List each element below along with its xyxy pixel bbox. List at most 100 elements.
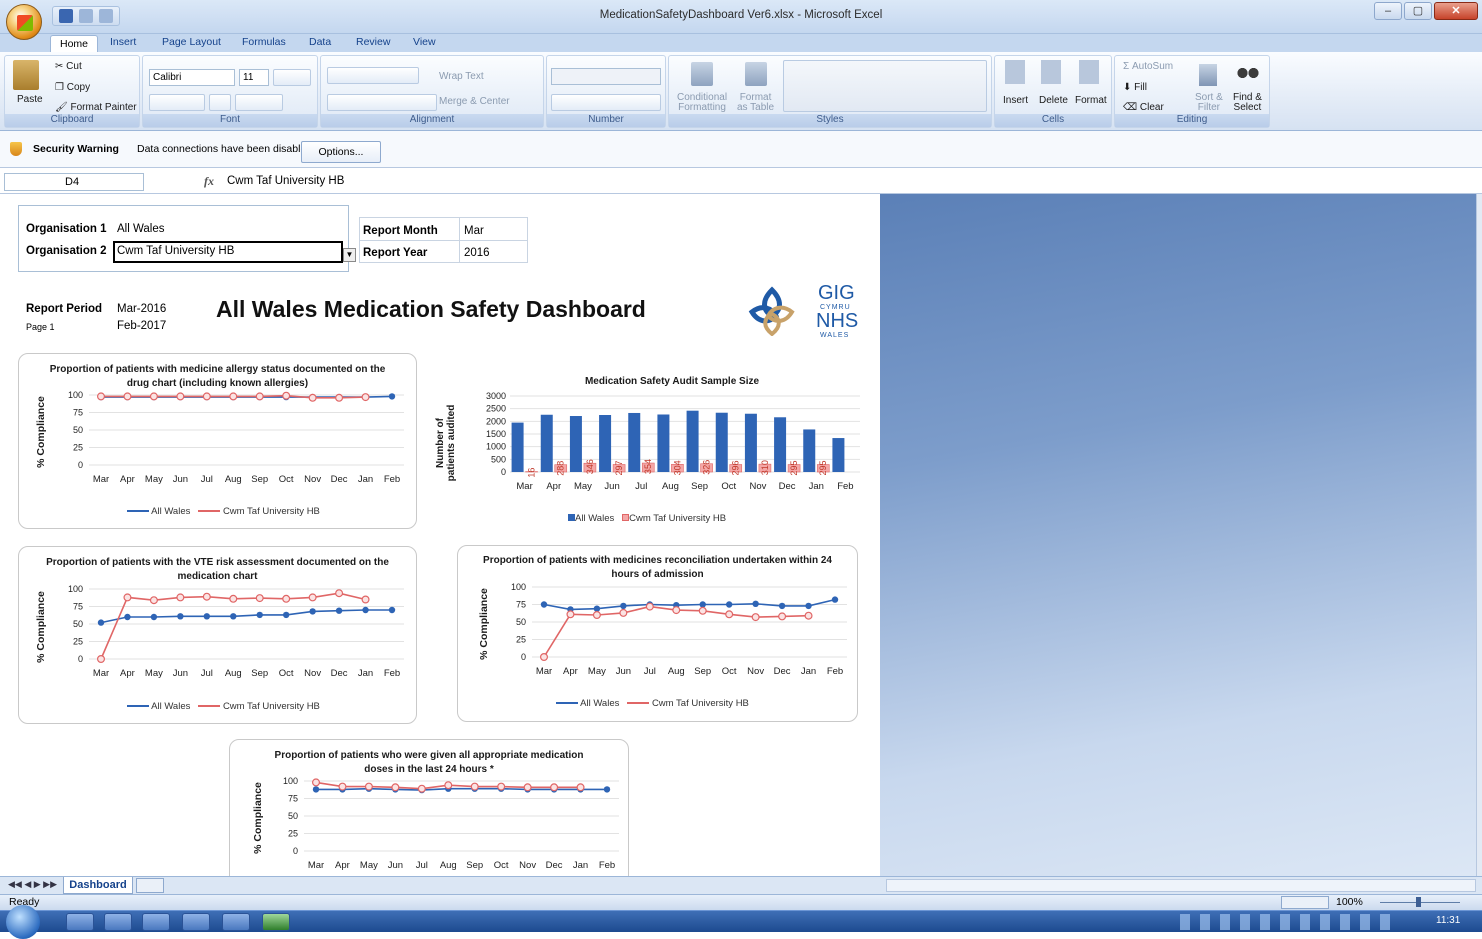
sheet-nav-arrows-icon[interactable]: ◀◀ ◀ ▶ ▶▶ — [8, 879, 57, 890]
sort-filter-button[interactable]: Sort &Filter — [1195, 93, 1223, 113]
vertical-align-buttons[interactable] — [327, 67, 419, 84]
conditional-formatting-button[interactable]: ConditionalFormatting — [677, 93, 727, 113]
x-tick-label: Oct — [494, 860, 509, 871]
chart-reconciliation-panel[interactable]: Proportion of patients with medicines re… — [457, 545, 858, 722]
name-box[interactable]: D4 — [4, 173, 144, 191]
merge-center-button[interactable]: Merge & Center — [439, 96, 510, 107]
tab-page-layout[interactable]: Page Layout — [162, 36, 221, 48]
paste-button[interactable]: Paste — [17, 94, 43, 105]
fill-button[interactable]: ⬇ Fill — [1123, 82, 1147, 93]
data-point — [699, 607, 706, 614]
fill-font-color-buttons[interactable] — [235, 94, 283, 111]
format-button[interactable]: Format — [1075, 95, 1107, 106]
worksheet[interactable]: Organisation 1 All Wales Organisation 2 … — [0, 194, 880, 876]
format-painter-button[interactable]: 🖌 Format Painter — [55, 102, 137, 113]
formula-input[interactable]: Cwm Taf University HB — [227, 175, 344, 187]
data-point — [151, 597, 158, 604]
tab-view[interactable]: View — [413, 36, 436, 48]
view-mode-buttons[interactable] — [1281, 896, 1329, 909]
bold-italic-underline-buttons[interactable] — [149, 94, 205, 111]
page-number: Page 1 — [26, 322, 55, 332]
data-point — [98, 393, 105, 400]
data-point — [541, 601, 547, 607]
nhs-wales-knot-icon — [748, 286, 796, 336]
office-button[interactable] — [6, 4, 42, 40]
number-format-buttons[interactable] — [551, 94, 661, 111]
restore-button[interactable]: ▢ — [1404, 2, 1432, 20]
bar-all-wales — [803, 429, 815, 472]
chart-allergy-panel[interactable]: Proportion of patients with medicine all… — [18, 353, 417, 529]
tab-insert[interactable]: Insert — [110, 36, 136, 48]
start-button[interactable] — [6, 905, 40, 939]
fx-icon[interactable]: fx — [204, 174, 214, 189]
horizontal-align-buttons[interactable] — [327, 94, 437, 111]
styles-group: ConditionalFormatting Formatas Table Sty… — [668, 55, 992, 128]
org2-value[interactable]: Cwm Taf University HB — [117, 245, 234, 257]
cell-styles-gallery[interactable] — [783, 60, 987, 112]
y-tick-label: 25 — [73, 443, 83, 453]
x-tick-label: Feb — [837, 481, 853, 492]
autosum-button[interactable]: Σ AutoSum — [1123, 61, 1173, 72]
insert-button[interactable]: Insert — [1003, 95, 1028, 106]
tab-data[interactable]: Data — [309, 36, 331, 48]
wrap-text-button[interactable]: Wrap Text — [439, 71, 484, 82]
data-point — [392, 784, 399, 791]
options-button[interactable]: Options... — [301, 141, 381, 163]
editing-group: Σ AutoSum ⬇ Fill ⌫ Clear Sort &Filter Fi… — [1114, 55, 1270, 128]
data-point — [256, 393, 263, 400]
insert-sheet-icon[interactable] — [136, 878, 164, 893]
tab-home[interactable]: Home — [50, 35, 98, 53]
series-line — [101, 610, 392, 623]
vertical-scrollbar[interactable] — [1476, 194, 1482, 876]
org2-dropdown-arrow-icon[interactable]: ▼ — [343, 248, 356, 262]
chart-vte-panel[interactable]: Proportion of patients with the VTE risk… — [18, 546, 417, 724]
y-tick-label: 0 — [521, 652, 526, 662]
copy-button[interactable]: ❐ Copy — [55, 82, 90, 93]
taskbar-app-icon[interactable] — [142, 913, 170, 931]
report-year-value[interactable]: 2016 — [464, 247, 490, 259]
office-logo-icon — [17, 15, 33, 31]
taskbar-excel-icon[interactable] — [262, 913, 290, 931]
find-select-button[interactable]: Find &Select — [1233, 93, 1262, 113]
x-tick-label: Dec — [779, 481, 796, 492]
bar-data-label: 295 — [789, 461, 799, 476]
chart-sample-size-panel[interactable]: Medication Safety Audit Sample Size Numb… — [432, 364, 872, 534]
zoom-slider[interactable] — [1370, 896, 1470, 909]
zoom-level[interactable]: 100% — [1336, 896, 1363, 908]
delete-button[interactable]: Delete — [1039, 95, 1068, 106]
borders-button[interactable] — [209, 94, 231, 111]
y-tick-label: 75 — [73, 408, 83, 418]
format-as-table-button[interactable]: Formatas Table — [737, 93, 774, 113]
cut-button[interactable]: ✂ Cut — [55, 61, 82, 72]
bar-data-label: 296 — [731, 461, 741, 476]
tab-review[interactable]: Review — [356, 36, 390, 48]
taskbar-ie-icon[interactable] — [66, 913, 94, 931]
report-month-value[interactable]: Mar — [464, 225, 484, 237]
number-format-select[interactable] — [551, 68, 661, 85]
tab-formulas[interactable]: Formulas — [242, 36, 286, 48]
series-line — [316, 789, 607, 790]
sheet-tab-dashboard[interactable]: Dashboard — [63, 877, 133, 894]
grow-shrink-font-buttons[interactable] — [273, 69, 311, 86]
system-tray-icons[interactable] — [1180, 914, 1390, 930]
taskbar-outlook-icon[interactable] — [182, 913, 210, 931]
minimize-button[interactable]: – — [1374, 2, 1402, 20]
x-tick-label: Feb — [599, 860, 615, 871]
data-point — [620, 603, 626, 609]
data-point — [726, 601, 732, 607]
font-size-select[interactable]: 11 — [239, 69, 269, 86]
taskbar-explorer-icon[interactable] — [104, 913, 132, 931]
chart-doses-panel[interactable]: Proportion of patients who were given al… — [229, 739, 629, 876]
close-button[interactable]: ✕ — [1434, 2, 1478, 20]
y-tick-label: 2000 — [486, 416, 506, 426]
data-point — [779, 613, 786, 620]
clear-button[interactable]: ⌫ Clear — [1123, 102, 1164, 113]
org1-value[interactable]: All Wales — [117, 223, 165, 235]
data-point — [203, 393, 210, 400]
horizontal-scrollbar[interactable] — [886, 879, 1476, 892]
taskbar-word-icon[interactable] — [222, 913, 250, 931]
font-name-select[interactable]: Calibri — [149, 69, 235, 86]
report-month-label: Report Month — [363, 225, 438, 237]
x-tick-label: Apr — [120, 668, 135, 679]
x-tick-label: Dec — [331, 668, 348, 679]
